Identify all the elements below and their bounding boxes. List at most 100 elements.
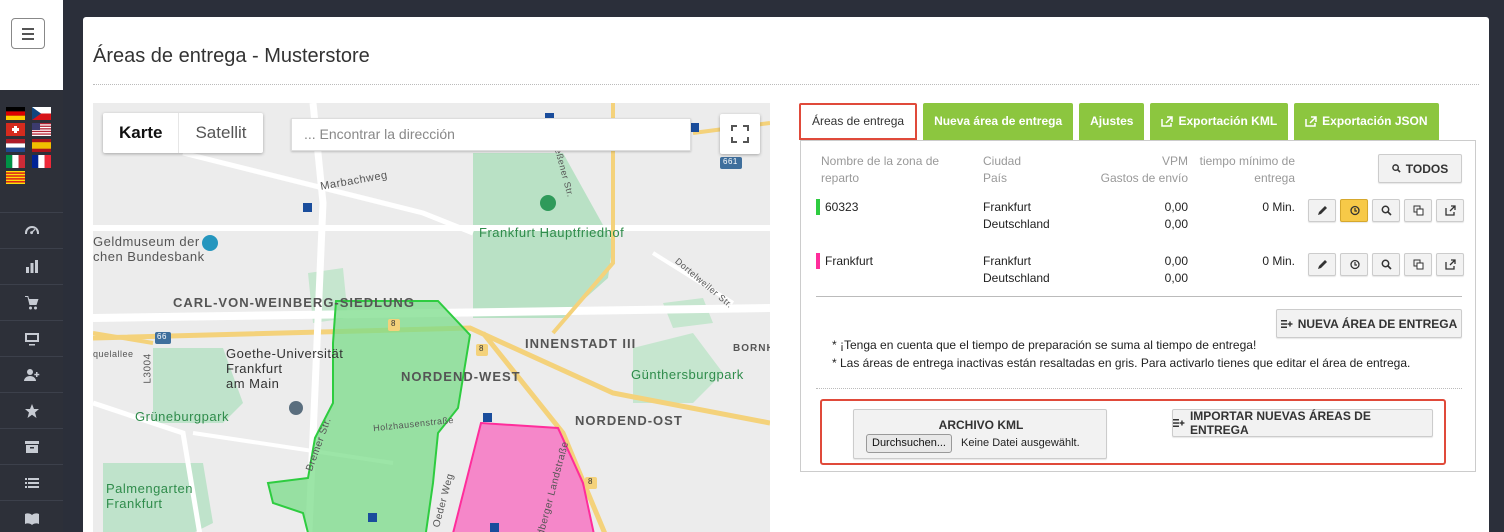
- delivery-map[interactable]: Geldmuseum der chen Bundesbank Marbachwe…: [93, 103, 770, 532]
- flag-es-icon[interactable]: [32, 139, 51, 152]
- nav-statistics[interactable]: [0, 248, 63, 284]
- metro-icon: [490, 523, 499, 532]
- history-button[interactable]: [1340, 199, 1368, 222]
- edit-button[interactable]: [1308, 253, 1336, 276]
- row-time: 0 Min.: [1262, 200, 1295, 214]
- view-button[interactable]: [1372, 199, 1400, 222]
- header-city: Ciudad País: [983, 153, 1021, 187]
- nav-display[interactable]: [0, 320, 63, 356]
- map-label-bornh: BORNH: [733, 343, 770, 354]
- header-time-line1: tiempo mínimo de: [1199, 154, 1295, 168]
- flag-de-icon[interactable]: [6, 107, 25, 120]
- map-label-hauptfriedhof: Frankfurt Hauptfriedhof: [479, 225, 625, 240]
- header-vpm-line: VPM: [1161, 154, 1188, 168]
- edit-button[interactable]: [1308, 199, 1336, 222]
- search-icon: [1391, 164, 1401, 173]
- note-inactive-areas: * Las áreas de entrega inactivas están r…: [832, 356, 1411, 370]
- map-label-geldmuseum: Geldmuseum der: [93, 234, 200, 249]
- book-icon: [24, 512, 39, 525]
- flag-fr-icon[interactable]: [32, 155, 51, 168]
- nav-favorites[interactable]: [0, 392, 63, 428]
- show-all-button[interactable]: TODOS: [1378, 154, 1462, 183]
- copy-icon: [1413, 205, 1423, 216]
- header-time: tiempo mínimo de entrega: [1195, 153, 1295, 187]
- metro-icon: [690, 123, 699, 132]
- kml-file-title: ARCHIVO KML: [938, 418, 1024, 432]
- flag-cz-icon[interactable]: [32, 107, 51, 120]
- main-card: Áreas de entrega - Musterstore Geldmuseu…: [83, 17, 1489, 532]
- delivery-areas-panel: Nombre de la zona de reparto Ciudad País…: [800, 140, 1476, 472]
- view-button[interactable]: [1372, 253, 1400, 276]
- row-time: 0 Min.: [1262, 254, 1295, 268]
- header-name-line2: reparto: [821, 171, 860, 185]
- header-country-line: País: [983, 171, 1008, 185]
- map-label-guenthersburg: Günthersburgpark: [631, 367, 744, 382]
- nav-dashboard[interactable]: [0, 212, 63, 248]
- map-label-palmengarten2: Frankfurt: [106, 496, 163, 511]
- row-country: Deutschland: [983, 217, 1050, 231]
- tab-export-kml[interactable]: Exportación KML: [1150, 103, 1289, 140]
- new-area-button[interactable]: NUEVA ÁREA DE ENTREGA: [1276, 309, 1462, 338]
- map-canvas[interactable]: [93, 103, 770, 532]
- file-status-text: Keine Datei ausgewählt.: [961, 437, 1080, 449]
- tab-bar: Áreas de entrega Nueva área de entrega A…: [799, 103, 1439, 140]
- copy-button[interactable]: [1404, 253, 1432, 276]
- notes-divider: [816, 388, 1462, 389]
- tab-new-area[interactable]: Nueva área de entrega: [923, 103, 1074, 140]
- zone-color-marker: [816, 199, 820, 215]
- map-label-weinberg: CARL-VON-WEINBERG-SIEDLUNG: [173, 295, 415, 310]
- history-button[interactable]: [1340, 253, 1368, 276]
- map-type-map-button[interactable]: Karte: [103, 113, 178, 153]
- flag-it-icon[interactable]: [6, 155, 25, 168]
- nav-orders[interactable]: [0, 284, 63, 320]
- tab-settings[interactable]: Ajustes: [1079, 103, 1145, 140]
- menu-toggle-button[interactable]: [11, 18, 45, 49]
- fullscreen-icon: [731, 125, 749, 143]
- address-search-input[interactable]: ... Encontrar la dirección: [291, 118, 691, 151]
- star-icon: [24, 403, 39, 418]
- history-icon: [1349, 259, 1360, 270]
- export-icon: [1305, 116, 1317, 127]
- flag-catalan-icon[interactable]: [6, 171, 25, 184]
- browse-file-button[interactable]: Durchsuchen...: [866, 434, 952, 453]
- hamburger-icon: [22, 37, 34, 40]
- export-row-button[interactable]: [1436, 199, 1464, 222]
- fullscreen-button[interactable]: [720, 114, 760, 154]
- nav-list[interactable]: [0, 464, 63, 500]
- search-icon: [1381, 205, 1392, 216]
- tab-export-json[interactable]: Exportación JSON: [1294, 103, 1439, 140]
- row-city: Frankfurt: [983, 254, 1032, 268]
- row-name: Frankfurt: [825, 254, 874, 268]
- cemetery-pin-icon: [540, 195, 556, 211]
- sidebar-header: [0, 0, 63, 90]
- nav-add-user[interactable]: [0, 356, 63, 392]
- row-country: Deutschland: [983, 271, 1050, 285]
- flag-nl-icon[interactable]: [6, 139, 25, 152]
- copy-icon: [1413, 259, 1423, 270]
- nav-book[interactable]: [0, 500, 63, 532]
- road-label-661: 661: [723, 157, 738, 166]
- row-city: Frankfurt: [983, 200, 1032, 214]
- map-label-quelallee: quelallee: [93, 349, 134, 359]
- row-shipping: 0,00: [1164, 217, 1188, 231]
- header-time-line2: entrega: [1254, 171, 1295, 185]
- zone-frankfurt-polygon[interactable]: [448, 421, 598, 532]
- flag-ch-icon[interactable]: [6, 123, 25, 136]
- copy-button[interactable]: [1404, 199, 1432, 222]
- map-label-nordend-ost: NORDEND-OST: [575, 413, 683, 428]
- map-type-satellite-button[interactable]: Satellit: [178, 113, 262, 153]
- export-row-button[interactable]: [1436, 253, 1464, 276]
- row-vpm: 0,00: [1164, 254, 1188, 268]
- archive-icon: [24, 440, 39, 453]
- user-plus-icon: [23, 368, 39, 381]
- import-areas-button[interactable]: IMPORTAR NUEVAS ÁREAS DE ENTREGA: [1172, 409, 1433, 437]
- flag-us-icon[interactable]: [32, 123, 51, 136]
- map-type-switcher: Karte Satellit: [103, 113, 263, 153]
- hamburger-icon: [22, 32, 34, 35]
- tab-delivery-areas[interactable]: Áreas de entrega: [799, 103, 918, 140]
- row-shipping: 0,00: [1164, 271, 1188, 285]
- nav-archive[interactable]: [0, 428, 63, 464]
- speedometer-icon: [24, 225, 39, 234]
- map-label-bundesbank: chen Bundesbank: [93, 249, 205, 264]
- row-vpm: 0,00: [1164, 200, 1188, 214]
